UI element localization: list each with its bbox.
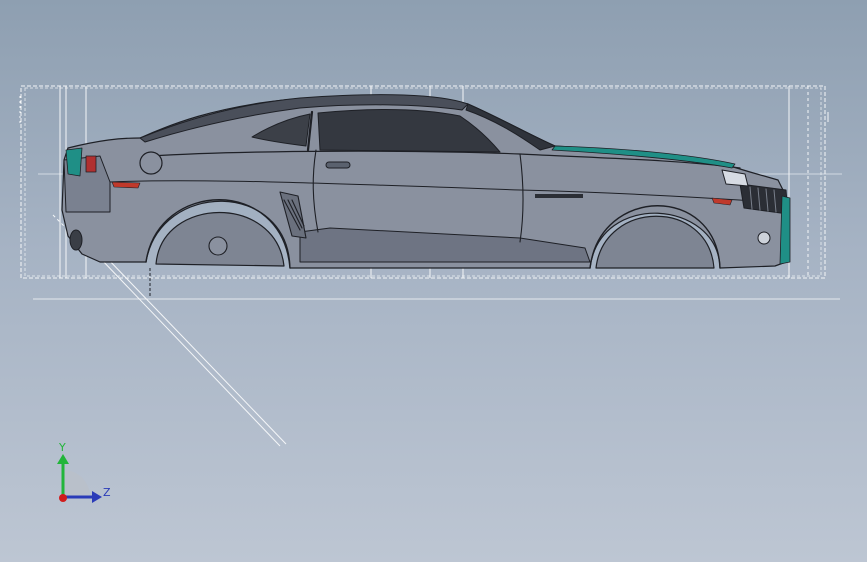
triad-x-origin-icon	[59, 494, 67, 502]
exhaust-tip	[69, 229, 83, 251]
construction-line-a	[99, 257, 281, 447]
rear-marker-light	[111, 181, 141, 189]
triad-y-arrow-icon	[57, 454, 69, 464]
triad-y-label: Y	[59, 441, 66, 454]
fender-badge	[535, 194, 583, 198]
door-handle[interactable]	[325, 161, 351, 169]
rear-wheel[interactable]	[155, 211, 285, 267]
rear-wheel-hub	[208, 236, 228, 256]
view-triad: Y Z	[52, 440, 122, 510]
fog-light	[757, 231, 771, 245]
taillight	[85, 155, 97, 173]
model-scene[interactable]	[0, 0, 867, 562]
triad-z-label: Z	[103, 486, 111, 499]
triad-plane-icon	[63, 470, 90, 497]
fuel-cap[interactable]	[139, 151, 163, 175]
construction-line-b	[104, 255, 287, 445]
graphics-viewport[interactable]: Y Z	[0, 0, 867, 562]
rear-spoiler-accent	[65, 147, 83, 177]
triad-z-arrow-icon	[92, 491, 102, 503]
front-accent	[779, 195, 791, 265]
car-model[interactable]	[61, 94, 791, 269]
